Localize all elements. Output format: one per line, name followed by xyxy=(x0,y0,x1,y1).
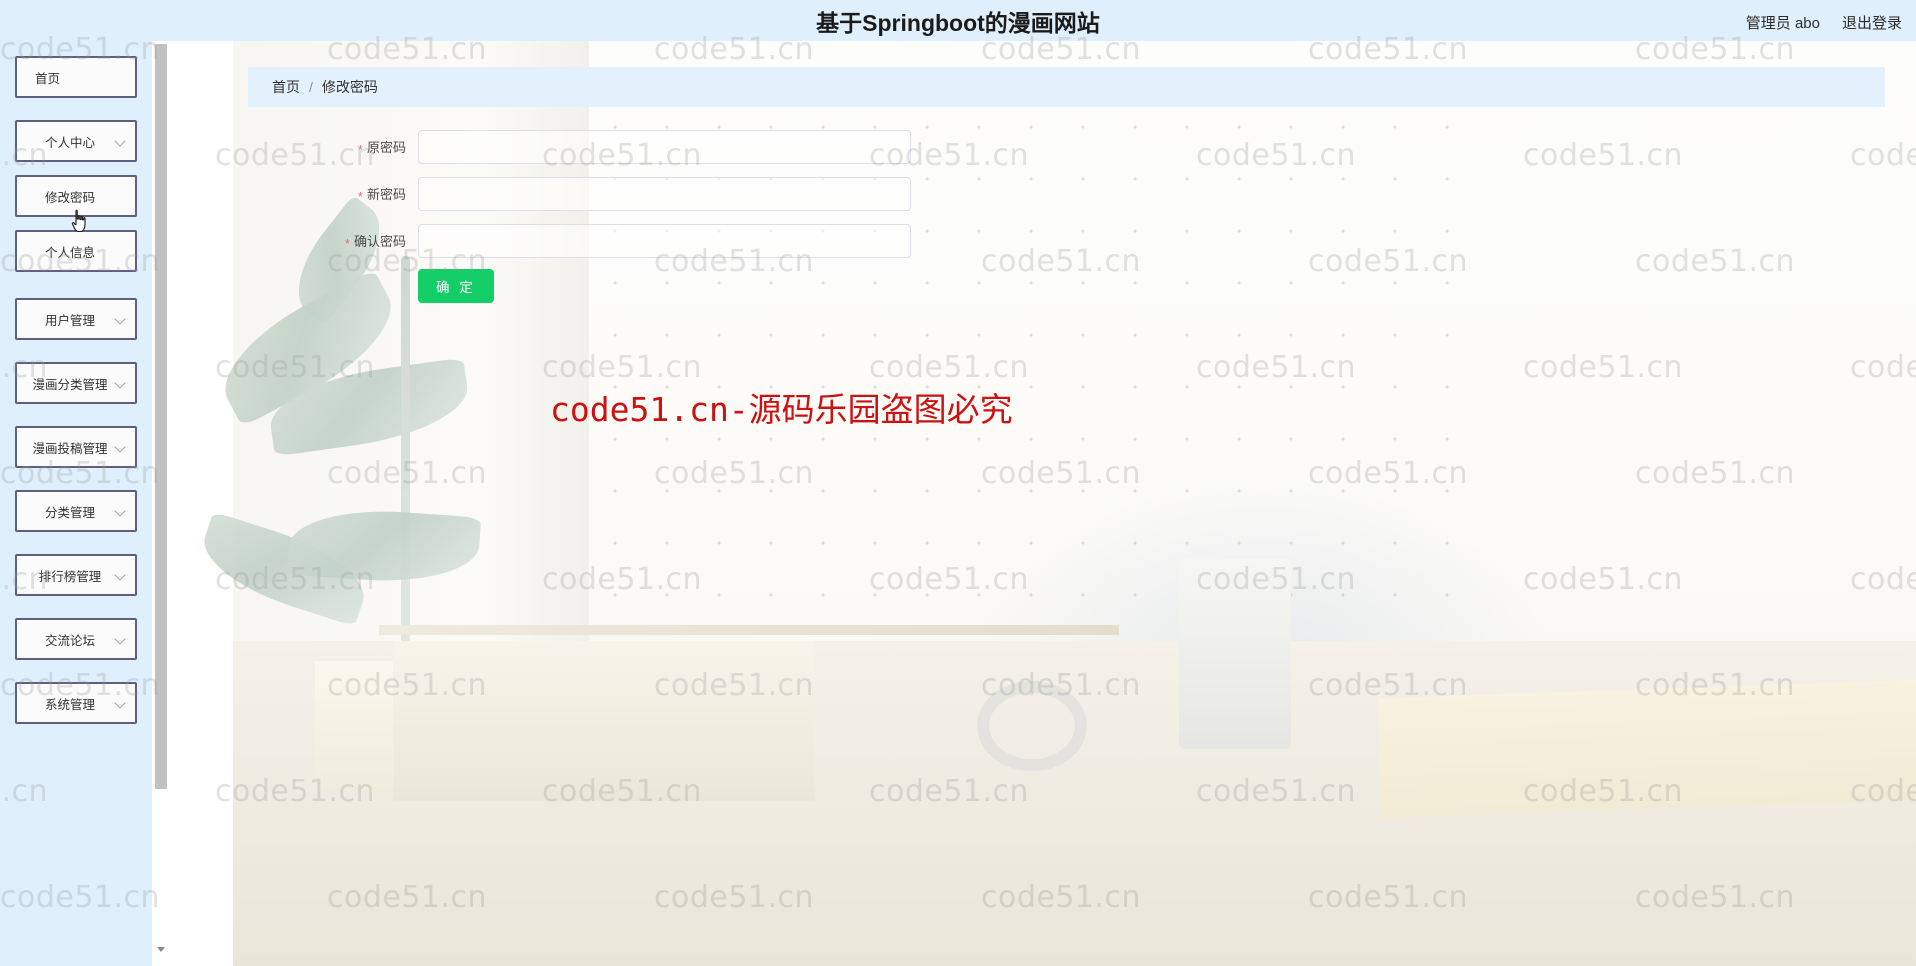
chevron-down-icon xyxy=(115,697,127,709)
chevron-down-icon xyxy=(115,569,127,581)
sidebar-item-comic-category-management[interactable]: 漫画分类管理 xyxy=(15,362,137,404)
sidebar: 首页 个人中心 修改密码 个人信息 用户管理 漫画分类管理 漫画投稿管理 分类管… xyxy=(0,41,152,966)
submit-button[interactable]: 确 定 xyxy=(418,269,494,303)
sidebar-item-personal-info[interactable]: 个人信息 xyxy=(15,230,137,272)
chevron-down-icon xyxy=(115,245,127,257)
header: 基于Springboot的漫画网站 管理员 abo 退出登录 xyxy=(0,0,1916,41)
sidebar-item-label: 漫画投稿管理 xyxy=(32,441,108,456)
confirm-password-input[interactable] xyxy=(418,224,911,258)
page-title: 基于Springboot的漫画网站 xyxy=(816,10,1100,36)
sidebar-scroll-down-arrow-icon[interactable] xyxy=(155,944,167,958)
new-password-label: * 新密码 xyxy=(248,184,418,203)
chevron-down-icon xyxy=(115,505,127,517)
old-password-label: * 原密码 xyxy=(248,137,418,156)
sidebar-item-category-management[interactable]: 分类管理 xyxy=(15,490,137,532)
sidebar-scrollbar-thumb[interactable] xyxy=(155,44,167,789)
sidebar-item-system-management[interactable]: 系统管理 xyxy=(15,682,137,724)
watermark-notice: code51.cn-源码乐园盗图必究 xyxy=(550,390,1013,429)
chevron-down-icon xyxy=(115,190,127,202)
current-user-label: 管理员 abo xyxy=(1745,15,1820,32)
chevron-down-icon xyxy=(115,313,127,325)
sidebar-item-label: 首页 xyxy=(35,71,61,86)
sidebar-item-user-management[interactable]: 用户管理 xyxy=(15,298,137,340)
breadcrumb-separator: / xyxy=(309,79,313,95)
chevron-down-icon xyxy=(115,135,127,147)
desk-edge xyxy=(379,625,1119,635)
desk-object-ring xyxy=(977,681,1087,771)
desk-object-box xyxy=(315,661,393,791)
new-password-label-text: 新密码 xyxy=(366,187,406,203)
form-actions: 确 定 xyxy=(248,269,1048,303)
sidebar-item-forum[interactable]: 交流论坛 xyxy=(15,618,137,660)
change-password-form: * 原密码 * 新密码 * 确认密码 确 定 xyxy=(248,127,1048,303)
sidebar-item-label: 交流论坛 xyxy=(44,633,95,648)
form-row-confirm-password: * 确认密码 xyxy=(248,221,1048,261)
required-marker: * xyxy=(344,235,350,251)
sidebar-item-label: 个人中心 xyxy=(44,135,95,150)
required-marker: * xyxy=(357,188,363,204)
sidebar-item-label: 漫画分类管理 xyxy=(32,377,108,392)
sidebar-item-comic-submission-management[interactable]: 漫画投稿管理 xyxy=(15,426,137,468)
chevron-down-icon xyxy=(115,441,127,453)
sidebar-item-personal-center[interactable]: 个人中心 xyxy=(15,120,137,162)
desk-object-slab xyxy=(1379,679,1916,819)
confirm-password-label: * 确认密码 xyxy=(248,231,418,250)
chevron-down-icon xyxy=(115,71,127,83)
sidebar-item-ranking-management[interactable]: 排行榜管理 xyxy=(15,554,137,596)
sidebar-menu: 首页 个人中心 修改密码 个人信息 用户管理 漫画分类管理 漫画投稿管理 分类管… xyxy=(0,41,152,737)
confirm-password-label-text: 确认密码 xyxy=(353,234,406,250)
form-row-new-password: * 新密码 xyxy=(248,174,1048,214)
breadcrumb-current: 修改密码 xyxy=(321,79,378,95)
sidebar-item-label: 排行榜管理 xyxy=(38,569,102,584)
form-row-old-password: * 原密码 xyxy=(248,127,1048,167)
plant-stem xyxy=(401,256,410,686)
sidebar-item-label: 系统管理 xyxy=(44,697,95,712)
old-password-label-text: 原密码 xyxy=(366,140,406,156)
breadcrumb-home[interactable]: 首页 xyxy=(272,77,300,97)
sidebar-item-change-password[interactable]: 修改密码 xyxy=(15,175,137,217)
chevron-down-icon xyxy=(115,633,127,645)
sidebar-item-label: 用户管理 xyxy=(44,313,95,328)
logout-link[interactable]: 退出登录 xyxy=(1842,12,1902,33)
old-password-input[interactable] xyxy=(418,130,911,164)
main-content: 首页 / 修改密码 * 原密码 * 新密码 * 确认密码 确 定 xyxy=(169,41,1916,966)
required-marker: * xyxy=(357,141,363,157)
breadcrumb: 首页 / 修改密码 xyxy=(248,67,1885,107)
header-user-area: 管理员 abo 退出登录 xyxy=(1746,12,1902,33)
sidebar-item-label: 修改密码 xyxy=(44,190,95,205)
chevron-down-icon xyxy=(115,377,127,389)
desk-object-cup xyxy=(1179,559,1291,749)
sidebar-item-label: 分类管理 xyxy=(44,505,95,520)
new-password-input[interactable] xyxy=(418,177,911,211)
sidebar-item-home[interactable]: 首页 xyxy=(15,56,137,98)
sidebar-item-label: 个人信息 xyxy=(44,245,95,260)
desk-object-box xyxy=(394,641,814,801)
